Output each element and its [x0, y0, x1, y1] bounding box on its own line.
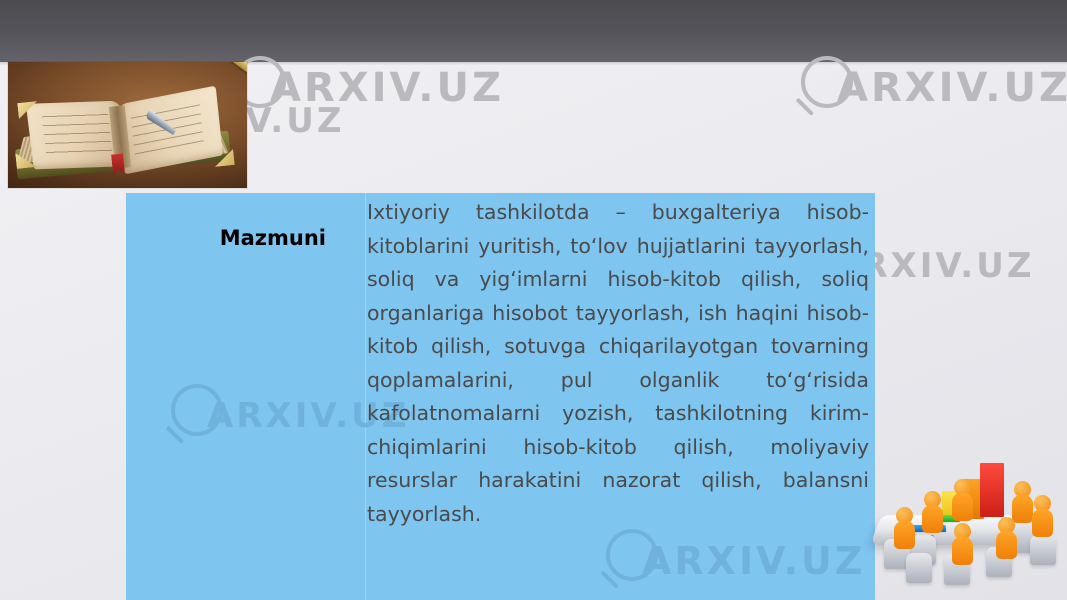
content-body-cell: Ixtiyoriy tashkilotda – buxgalteriya his… [367, 196, 872, 600]
content-paragraph: Ixtiyoriy tashkilotda – buxgalteriya his… [367, 200, 869, 526]
figure [950, 479, 976, 525]
figure [994, 517, 1020, 563]
figure [920, 491, 946, 537]
mazmuni-label: Mazmuni [219, 226, 326, 250]
figure [950, 523, 976, 569]
figure [892, 507, 918, 553]
watermark-text: ARXIV.UZ [270, 65, 504, 111]
magnifier-icon [165, 380, 237, 452]
content-panel: ARXIV.UZ ARXIV.UZ Mazmuni Ixtiyoriy tash… [126, 193, 875, 600]
slide-canvas: ARXIV.UZ ARXIV.UZ ARXIV.UZ ARXIV.UZ ARXI… [0, 0, 1067, 600]
content-label-cell: Mazmuni [126, 193, 326, 283]
top-band [0, 0, 1067, 62]
meeting-illustration [862, 443, 1067, 600]
panel-divider [365, 193, 366, 600]
figure [1030, 495, 1056, 541]
watermark-text: ARXIV.UZ [837, 65, 1067, 111]
book-photo [8, 62, 247, 188]
